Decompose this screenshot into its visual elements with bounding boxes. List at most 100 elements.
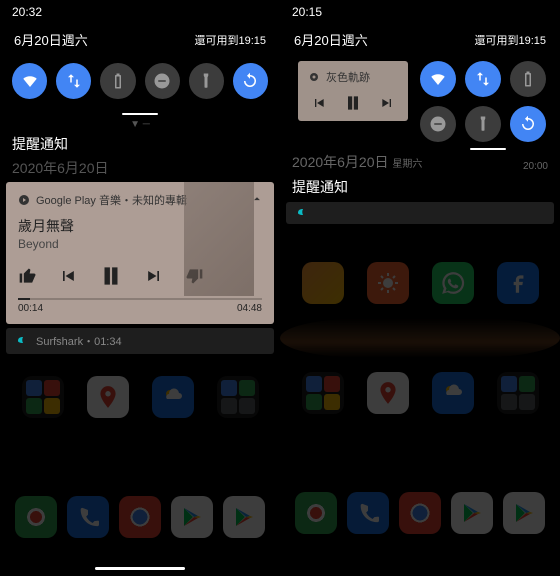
pause-icon[interactable] (343, 93, 363, 113)
progress-fill (18, 298, 30, 300)
phone-app-icon[interactable] (347, 492, 389, 534)
play-store-icon[interactable] (503, 492, 545, 534)
facebook-app-icon[interactable] (497, 262, 539, 304)
prev-track-icon[interactable] (311, 95, 327, 111)
maps-app-icon[interactable] (367, 372, 409, 414)
signal-icon (160, 33, 173, 46)
files-app-icon[interactable] (302, 262, 344, 304)
battery-text: 還可用到19:15 (194, 32, 266, 48)
date-text: 6月20日週六 (294, 30, 368, 49)
weather-app-icon[interactable] (152, 376, 194, 418)
chrome-app-icon[interactable] (399, 492, 441, 534)
alarm-icon (408, 33, 421, 46)
battery-icon (456, 33, 469, 46)
play-store-icon[interactable] (223, 496, 265, 538)
mini-controls (308, 93, 398, 113)
date-row: 6月20日週六 還可用到19:15 (0, 24, 280, 59)
status-icons: 還可用到19:15 (408, 32, 546, 48)
album-art (184, 182, 254, 296)
folder-icon[interactable] (217, 376, 259, 418)
panel-handle[interactable] (470, 148, 506, 150)
qs-dnd-tile[interactable] (420, 106, 456, 142)
home-dock (0, 482, 280, 552)
qs-grid-wrap (420, 59, 550, 150)
qs-dnd-tile[interactable] (145, 63, 180, 99)
gmail-app-icon[interactable] (295, 492, 337, 534)
status-bar: 20:15 (280, 0, 560, 24)
qs-wifi-tile[interactable] (12, 63, 47, 99)
battery-text: 還可用到19:15 (474, 32, 546, 48)
next-track-icon[interactable] (144, 266, 164, 286)
home-row-folders (280, 358, 560, 428)
nav-pill[interactable] (95, 567, 185, 570)
phone-right: 20:15 6月20日週六 還可用到19:15 灰色軌跡 (280, 0, 560, 576)
signal-icon (440, 33, 453, 46)
weather-app-icon[interactable] (432, 372, 474, 414)
qs-flashlight-tile[interactable] (465, 106, 501, 142)
maps-app-icon[interactable] (87, 376, 129, 418)
prev-track-icon[interactable] (58, 266, 78, 286)
play-music-icon (18, 194, 30, 206)
status-icons: 還可用到19:15 (112, 32, 266, 48)
progress-times: 00:14 04:48 (18, 303, 262, 314)
mini-player-title-row: 灰色軌跡 (308, 69, 398, 85)
date-text: 6月20日週六 (14, 30, 88, 49)
brightness-hint: ▼ ─ (0, 119, 280, 130)
ghost-day: 星期六 (392, 159, 422, 170)
panel-top-row: 灰色軌跡 (280, 59, 560, 150)
whatsapp-app-icon[interactable] (432, 262, 474, 304)
progress-bar[interactable] (18, 298, 262, 300)
quick-settings-grid (420, 59, 550, 144)
ghost-date: 2020年6月20日 (0, 158, 280, 178)
qs-battery-tile[interactable] (510, 61, 546, 97)
pause-icon[interactable] (98, 263, 124, 289)
media-notification[interactable]: Google Play 音樂・未知的專輯 歲月無聲 Beyond 00:14 0… (6, 182, 274, 324)
ghost-date: 2020年6月20日 (292, 154, 389, 170)
phone-app-icon[interactable] (67, 496, 109, 538)
collapse-chevron-icon[interactable] (250, 192, 264, 211)
date-row: 6月20日週六 還可用到19:15 (280, 24, 560, 59)
wallpaper-horizon (280, 318, 560, 358)
thumbs-up-icon[interactable] (18, 266, 38, 286)
brightness-app-icon[interactable] (367, 262, 409, 304)
ghost-time: 20:00 (523, 161, 548, 172)
ghost-date-row: 2020年6月20日 星期六 20:00 (280, 150, 560, 174)
surfshark-icon (16, 335, 28, 347)
media-app-text: Google Play 音樂・未知的專輯 (36, 192, 187, 208)
infinity-icon (128, 33, 141, 46)
wifi-icon (424, 33, 437, 46)
mini-song-title: 灰色軌跡 (326, 69, 370, 85)
elapsed-time: 00:14 (18, 303, 43, 314)
home-row-top (280, 248, 560, 318)
next-track-icon[interactable] (379, 95, 395, 111)
folder-icon[interactable] (497, 372, 539, 414)
qs-rotate-tile[interactable] (510, 106, 546, 142)
surfshark-notification[interactable]: Surfshark・01:34 (6, 328, 274, 354)
surfshark-icon (296, 207, 308, 219)
qs-data-tile[interactable] (465, 61, 501, 97)
qs-rotate-tile[interactable] (233, 63, 268, 99)
notif-section-header: 提醒通知 (0, 130, 280, 158)
gmail-app-icon[interactable] (15, 496, 57, 538)
notif-section-header: 提醒通知 (280, 174, 560, 200)
qs-battery-tile[interactable] (100, 63, 135, 99)
total-time: 04:48 (237, 303, 262, 314)
home-dock (280, 478, 560, 548)
mini-media-player[interactable]: 灰色軌跡 (298, 61, 408, 121)
play-store-icon[interactable] (451, 492, 493, 534)
home-row-folders (0, 362, 280, 432)
panel-handle[interactable] (122, 113, 158, 115)
chrome-app-icon[interactable] (119, 496, 161, 538)
quick-settings-row (0, 59, 280, 107)
play-store-icon[interactable] (171, 496, 213, 538)
alarm-icon (112, 33, 125, 46)
qs-flashlight-tile[interactable] (189, 63, 224, 99)
battery-icon (176, 33, 189, 46)
media-output-icon[interactable] (308, 71, 320, 83)
qs-wifi-tile[interactable] (420, 61, 456, 97)
folder-icon[interactable] (302, 372, 344, 414)
surfshark-text: Surfshark・01:34 (36, 333, 122, 349)
folder-icon[interactable] (22, 376, 64, 418)
surfshark-notification[interactable] (286, 202, 554, 224)
qs-data-tile[interactable] (56, 63, 91, 99)
